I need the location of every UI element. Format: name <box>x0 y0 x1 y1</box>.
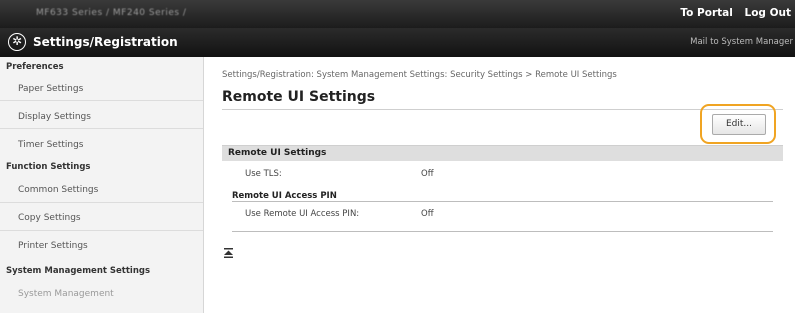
breadcrumb: Settings/Registration: System Management… <box>222 70 617 80</box>
top-bar: MF633 Series / MF240 Series / To Portal … <box>0 0 795 28</box>
section-title: Remote UI Settings <box>228 148 327 158</box>
page-section-title: Settings/Registration <box>33 35 178 49</box>
pin-section-divider <box>232 201 773 202</box>
sidebar-divider <box>0 230 203 231</box>
edit-button-highlight: Edit... <box>700 104 776 144</box>
sidebar-item-paper-settings[interactable]: Paper Settings <box>18 84 83 94</box>
title-bar: ✲ Settings/Registration Mail to System M… <box>0 28 795 57</box>
sidebar-heading-preferences: Preferences <box>6 62 64 72</box>
sidebar-item-display-settings[interactable]: Display Settings <box>18 112 91 122</box>
sidebar-divider <box>0 128 203 129</box>
mail-to-system-manager-link[interactable]: Mail to System Manager <box>690 37 793 47</box>
top-links: To Portal Log Out <box>672 7 791 19</box>
to-portal-link[interactable]: To Portal <box>680 7 732 19</box>
page-title: Remote UI Settings <box>222 89 376 105</box>
pin-section-title: Remote UI Access PIN <box>232 191 337 201</box>
sidebar: Preferences Paper Settings Display Setti… <box>0 57 204 313</box>
edit-button[interactable]: Edit... <box>712 114 766 135</box>
sidebar-heading-system-management-settings: System Management Settings <box>6 266 151 276</box>
use-pin-value: Off <box>421 209 434 219</box>
sidebar-item-copy-settings[interactable]: Copy Settings <box>18 213 81 223</box>
use-tls-label: Use TLS: <box>245 169 282 179</box>
sidebar-divider <box>0 100 203 101</box>
use-pin-label: Use Remote UI Access PIN: <box>245 209 360 219</box>
back-to-top-icon[interactable] <box>224 248 233 258</box>
sidebar-item-timer-settings[interactable]: Timer Settings <box>18 140 84 150</box>
sidebar-item-printer-settings[interactable]: Printer Settings <box>18 241 88 251</box>
sidebar-item-system-management[interactable]: System Management <box>18 289 114 299</box>
device-model-text: MF633 Series / MF240 Series / <box>36 8 187 18</box>
use-tls-value: Off <box>421 169 434 179</box>
sidebar-heading-function-settings: Function Settings <box>6 162 91 172</box>
sidebar-item-common-settings[interactable]: Common Settings <box>18 185 98 195</box>
title-divider <box>222 109 783 110</box>
sidebar-divider <box>0 202 203 203</box>
section-header: Remote UI Settings <box>222 145 783 161</box>
settings-end-divider <box>232 231 773 232</box>
log-out-link[interactable]: Log Out <box>745 7 792 19</box>
settings-gear-icon: ✲ <box>8 33 26 51</box>
